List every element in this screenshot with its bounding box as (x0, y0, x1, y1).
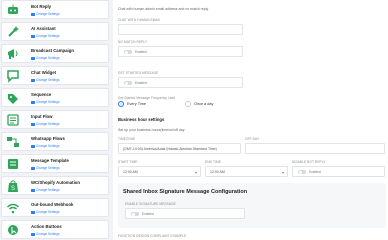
change-settings-link[interactable]: Change Settings (31, 12, 60, 16)
no-match-reply-label: NO MATCH REPLY (118, 40, 148, 44)
megaphone-icon (8, 49, 18, 59)
sidebar-item-sequence[interactable]: Sequence Change Settings (1, 88, 109, 107)
sidebar-item-title: Chat Widget (31, 70, 57, 75)
sidebar-item-title: AI Assistant (31, 26, 56, 31)
off-day-select[interactable] (245, 143, 385, 154)
sidebar-item-title: Whatsapp Flows (31, 136, 65, 141)
bottom-field-label: FUNCTION DESIGN COMPLIANT EXAMPLE (118, 234, 187, 238)
disable-bot-reply-label: DISABLE BOT REPLY (292, 160, 326, 164)
signature-section-title: Shared Inbox Signature Message Configura… (123, 189, 248, 195)
get-started-message-toggle-field[interactable]: Enabled (118, 77, 243, 88)
change-settings-link[interactable]: Change Settings (31, 34, 60, 38)
disable-bot-reply-toggle-field[interactable]: Enabled (292, 166, 385, 177)
wifi-webhook-icon (6, 203, 20, 214)
end-time-label: END TIME (205, 160, 221, 164)
off-day-label: OFF DAY (245, 137, 260, 141)
enable-signature-toggle-field[interactable]: Enabled (125, 208, 245, 219)
change-settings-link[interactable]: Change Settings (31, 78, 60, 82)
no-match-reply-toggle-field[interactable]: Enabled (118, 46, 243, 57)
timezone-select[interactable]: (GMT-10:00) America/Adak (Hawaii-Aleutia… (118, 143, 241, 154)
message-template-icon (8, 159, 18, 169)
frequency-limit-hint: Get Started Message Frequency Limit (118, 96, 176, 100)
toggle-state-label: Enabled (135, 50, 147, 54)
change-settings-link[interactable]: Change Settings (31, 232, 60, 236)
change-settings-link[interactable]: Change Settings (31, 188, 60, 192)
start-time-label: START TIME (118, 160, 138, 164)
sidebar-item-title: Sequence (31, 92, 52, 97)
sidebar-item-message-template[interactable]: Message Template Change Settings (1, 154, 109, 173)
get-started-message-label: GET STARTED MESSAGE (118, 71, 159, 75)
sidebar-item-wc-shopify-automation[interactable]: S WC/Shopify Automation Change Settings (1, 176, 109, 195)
signature-config-section: Shared Inbox Signature Message Configura… (118, 183, 386, 228)
action-buttons-icon (8, 225, 18, 235)
timezone-label: TIMEZONE (118, 137, 136, 141)
sidebar-item-input-flow[interactable]: Input Flow Change Settings (1, 110, 109, 129)
sidebar-item-broadcast-campaign[interactable]: Broadcast Campaign Change Settings (1, 44, 109, 63)
change-settings-link[interactable]: Change Settings (31, 210, 60, 214)
sidebar-item-chat-widget[interactable]: Chat Widget Change Settings (1, 66, 109, 85)
sidebar-item-bot-reply[interactable]: Bot Reply Change Settings (1, 0, 109, 19)
sidebar-item-title: Action Buttons (31, 224, 62, 229)
sidebar-item-title: Input Flow (31, 114, 53, 119)
whatsapp-flows-icon (7, 137, 19, 147)
business-hours-title: Business hour settings (118, 117, 165, 122)
sidebar-item-title: WC/Shopify Automation (31, 180, 81, 185)
toggle-state-label: Enabled (309, 170, 321, 174)
change-settings-link[interactable]: Change Settings (31, 166, 60, 170)
sidebar-item-action-buttons[interactable]: Action Buttons Change Settings (1, 220, 109, 239)
chat-with-human-email-label: CHAT WITH HUMAN EMAIL (118, 18, 161, 22)
get-started-message-toggle[interactable] (124, 81, 132, 85)
frequency-option-label: Every Time (127, 102, 146, 106)
chevron-down-icon: ▾ (281, 170, 284, 175)
change-settings-link[interactable]: Change Settings (31, 100, 60, 104)
shopping-bag-icon: S (8, 180, 18, 192)
change-settings-link[interactable]: Change Settings (31, 144, 60, 148)
ai-magic-icon (8, 26, 19, 37)
sidebar-item-title: Message Template (31, 158, 69, 163)
disable-bot-reply-toggle[interactable] (298, 170, 306, 174)
start-time-select[interactable]: 12:00 AM ▾ (118, 166, 201, 177)
chat-with-human-email-input[interactable] (118, 24, 243, 35)
sidebar-item-title: Out-bound Webhook (31, 202, 74, 207)
robot-reply-icon (8, 4, 18, 14)
change-settings-link[interactable]: Change Settings (31, 56, 60, 60)
toggle-state-label: Enabled (135, 81, 147, 85)
settings-sidebar: Bot Reply Change Settings AI Assistant C… (0, 0, 110, 240)
business-hours-hint: Set up your business hours(time/on/off d… (118, 128, 185, 132)
no-match-reply-toggle[interactable] (124, 50, 132, 54)
end-time-value: 12:00 AM (210, 170, 225, 174)
svg-text:S: S (11, 186, 15, 192)
change-settings-link[interactable]: Change Settings (31, 122, 60, 126)
frequency-every-time-radio[interactable] (118, 101, 124, 107)
toggle-state-label: Enabled (142, 212, 154, 216)
start-time-value: 12:00 AM (123, 170, 138, 174)
input-flow-icon (7, 114, 19, 126)
sidebar-item-whatsapp-flows[interactable]: Whatsapp Flows Change Settings (1, 132, 109, 151)
end-time-select[interactable]: 12:00 AM ▾ (205, 166, 288, 177)
chat-bubble-icon (7, 70, 19, 83)
settings-main-panel: Chat with human admin email address and … (113, 0, 388, 240)
sidebar-item-title: Broadcast Campaign (31, 48, 74, 53)
sidebar-item-title: Bot Reply (31, 4, 52, 9)
sequence-icon (8, 94, 18, 104)
section-hint: Chat with human admin email address and … (118, 7, 209, 11)
enable-signature-label: ENABLE SIGNATURE MESSAGE (125, 202, 176, 206)
frequency-option-label: Once a day (194, 102, 214, 106)
sidebar-item-ai-assistant[interactable]: AI Assistant Change Settings (1, 22, 109, 41)
chevron-down-icon: ▾ (194, 170, 197, 175)
timezone-value: (GMT-10:00) America/Adak (Hawaii-Aleutia… (123, 147, 217, 151)
sidebar-item-out-bound-webhook[interactable]: Out-bound Webhook Change Settings (1, 198, 109, 217)
enable-signature-toggle[interactable] (131, 212, 139, 216)
frequency-once-a-day-radio[interactable] (185, 101, 191, 107)
